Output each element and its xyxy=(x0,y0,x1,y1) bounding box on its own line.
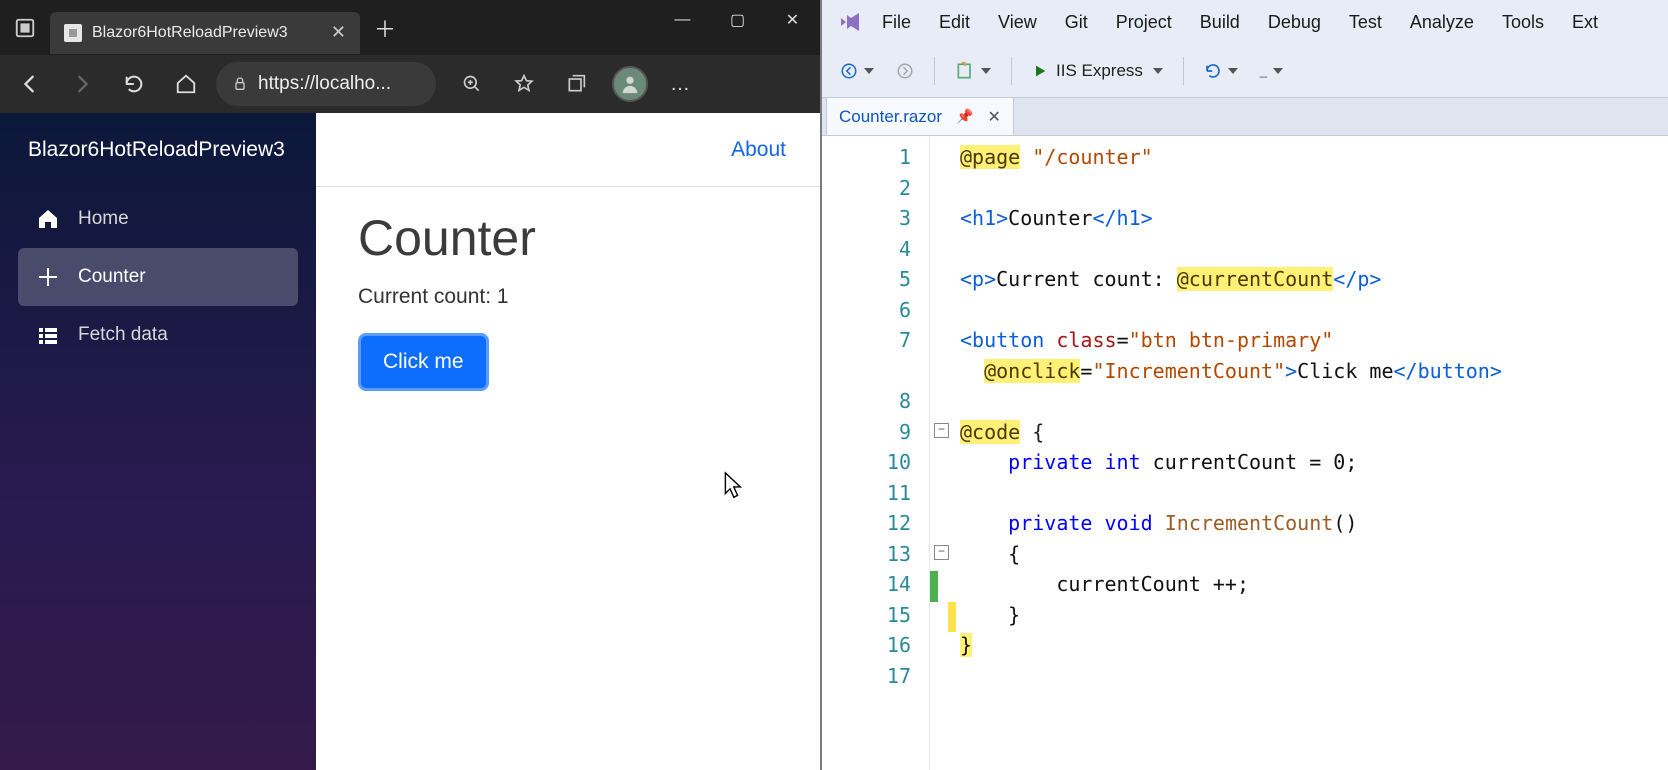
sidebar-item-label: Fetch data xyxy=(78,324,168,346)
menu-ext[interactable]: Ext xyxy=(1558,6,1612,39)
home-icon xyxy=(36,207,60,231)
line-number-gutter: 1234567 891011121314151617 xyxy=(822,136,930,770)
vs-toolbar: IIS Express _ xyxy=(822,44,1668,98)
nav-forward-button[interactable] xyxy=(890,58,920,84)
browser-titlebar: Blazor6HotReloadPreview3 ✕ ＋ — ▢ ✕ xyxy=(0,0,820,55)
new-item-button[interactable] xyxy=(949,57,997,85)
browser-tab[interactable]: Blazor6HotReloadPreview3 ✕ xyxy=(50,12,360,54)
tab-actions-icon[interactable] xyxy=(0,17,50,39)
menu-git[interactable]: Git xyxy=(1051,6,1102,39)
menu-tools[interactable]: Tools xyxy=(1488,6,1558,39)
menu-edit[interactable]: Edit xyxy=(925,6,984,39)
collections-icon[interactable] xyxy=(554,62,598,106)
refresh-button[interactable] xyxy=(112,62,156,106)
menu-project[interactable]: Project xyxy=(1102,6,1186,39)
vs-menubar: FileEditViewGitProjectBuildDebugTestAnal… xyxy=(822,0,1668,44)
app-topbar: About xyxy=(316,113,820,187)
maximize-button[interactable]: ▢ xyxy=(710,0,765,40)
browser-toolbar: https://localho... … xyxy=(0,55,820,113)
favorite-icon[interactable] xyxy=(502,62,546,106)
profile-avatar[interactable] xyxy=(612,66,648,102)
about-link[interactable]: About xyxy=(731,138,786,162)
editor-tab-counter-razor[interactable]: Counter.razor 📌 ✕ xyxy=(826,97,1014,135)
app-page: About Counter Current count: 1 Click me xyxy=(316,113,820,770)
tab-close-icon[interactable]: ✕ xyxy=(331,22,346,43)
list-icon xyxy=(36,323,60,347)
tab-close-icon[interactable]: ✕ xyxy=(987,107,1000,127)
cursor-icon xyxy=(716,471,746,506)
new-tab-button[interactable]: ＋ xyxy=(374,12,396,44)
more-menu-icon[interactable]: … xyxy=(662,73,700,96)
click-me-button[interactable]: Click me xyxy=(358,333,489,391)
count-value: 1 xyxy=(497,285,509,308)
hot-reload-button[interactable] xyxy=(1198,58,1244,84)
forward-button[interactable] xyxy=(60,62,104,106)
back-button[interactable] xyxy=(8,62,52,106)
sidebar-item-label: Counter xyxy=(78,266,146,288)
zoom-icon[interactable] xyxy=(450,62,494,106)
vs-editor-tabs: Counter.razor 📌 ✕ xyxy=(822,98,1668,136)
run-profile-label: IIS Express xyxy=(1056,61,1143,81)
window-controls: — ▢ ✕ xyxy=(655,0,820,40)
url-text: https://localho... xyxy=(258,73,391,95)
browser-window: Blazor6HotReloadPreview3 ✕ ＋ — ▢ ✕ xyxy=(0,0,820,770)
browser-viewport: Blazor6HotReloadPreview3 Home Counter Fetc… xyxy=(0,113,820,770)
sidebar-item-counter[interactable]: Counter xyxy=(18,248,298,306)
lock-icon xyxy=(232,76,248,92)
nav-back-button[interactable] xyxy=(834,58,880,84)
run-button[interactable]: IIS Express xyxy=(1026,57,1169,85)
menu-analyze[interactable]: Analyze xyxy=(1396,6,1488,39)
sidebar-item-home[interactable]: Home xyxy=(18,190,298,248)
tab-title: Blazor6HotReloadPreview3 xyxy=(92,24,288,42)
menu-file[interactable]: File xyxy=(868,6,925,39)
vs-logo-icon xyxy=(832,10,868,34)
config-dropdown[interactable]: _ xyxy=(1254,59,1289,82)
plus-icon xyxy=(36,265,60,289)
close-window-button[interactable]: ✕ xyxy=(765,0,820,40)
pin-icon[interactable]: 📌 xyxy=(956,108,973,125)
sidebar-item-label: Home xyxy=(78,208,129,230)
favicon-icon xyxy=(64,24,82,42)
editor-tab-label: Counter.razor xyxy=(839,107,942,127)
address-bar[interactable]: https://localho... xyxy=(216,62,436,106)
minimize-button[interactable]: — xyxy=(655,0,710,40)
menu-test[interactable]: Test xyxy=(1335,6,1396,39)
fold-column: −− xyxy=(930,136,960,770)
menu-build[interactable]: Build xyxy=(1186,6,1254,39)
app-brand: Blazor6HotReloadPreview3 xyxy=(0,113,316,190)
sidebar-item-fetch-data[interactable]: Fetch data xyxy=(18,306,298,364)
visual-studio-window: FileEditViewGitProjectBuildDebugTestAnal… xyxy=(820,0,1668,770)
home-button[interactable] xyxy=(164,62,208,106)
menu-view[interactable]: View xyxy=(984,6,1051,39)
count-text: Current count: 1 xyxy=(358,285,778,309)
app-sidebar: Blazor6HotReloadPreview3 Home Counter Fetc… xyxy=(0,113,316,770)
page-heading: Counter xyxy=(358,209,778,267)
code-editor[interactable]: 1234567 891011121314151617 −− @page "/co… xyxy=(822,136,1668,770)
menu-debug[interactable]: Debug xyxy=(1254,6,1335,39)
code-area[interactable]: @page "/counter" <h1>Counter</h1> <p>Cur… xyxy=(960,136,1668,770)
